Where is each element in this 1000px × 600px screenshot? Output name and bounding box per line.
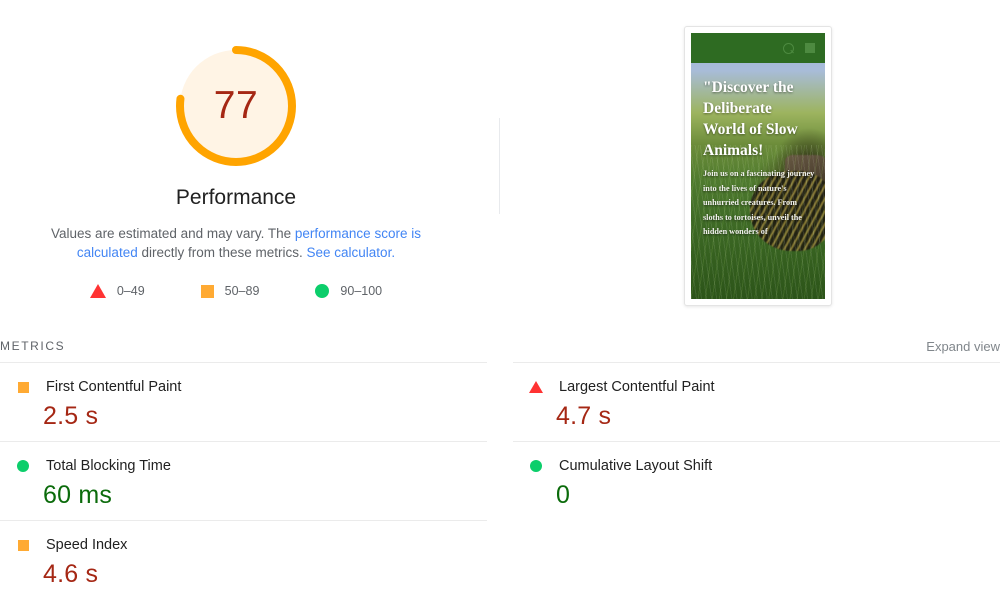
see-calculator-link[interactable]: See calculator.	[307, 245, 396, 260]
metric-header: Cumulative Layout Shift	[513, 458, 1000, 474]
metric-row[interactable]: Total Blocking Time 60 ms	[0, 441, 487, 520]
metric-value: 4.7 s	[556, 402, 612, 430]
legend-item-fail[interactable]: 0–49	[89, 284, 145, 298]
metrics-section-title: METRICS	[0, 339, 66, 353]
metric-name: Speed Index	[46, 537, 128, 553]
metric-row[interactable]: Speed Index 4.6 s	[0, 520, 487, 599]
performance-category-title: Performance	[175, 186, 297, 209]
metrics-section-header: METRICS Expand view	[0, 330, 1000, 362]
fail-triangle-icon	[529, 381, 543, 393]
metric-icon-slot	[16, 460, 30, 472]
section-vertical-divider	[499, 118, 500, 214]
performance-gauge[interactable]: 77	[172, 42, 300, 170]
thumbnail-site-header	[691, 33, 825, 63]
metric-name: First Contentful Paint	[46, 379, 182, 395]
thumbnail-body-text: Join us on a fascinating journey into th…	[703, 169, 815, 236]
expand-view-toggle[interactable]: Expand view	[926, 339, 1000, 354]
metric-header: Speed Index	[0, 537, 487, 553]
metric-icon-slot	[16, 381, 30, 393]
description-text-middle: directly from these metrics.	[137, 245, 307, 260]
metric-row[interactable]: Cumulative Layout Shift 0	[513, 441, 1000, 520]
page-screenshot-thumbnail[interactable]: "Discover the Deliberate World of Slow A…	[684, 26, 832, 306]
metric-value: 0	[556, 481, 571, 509]
thumbnail-hero-content: "Discover the Deliberate World of Slow A…	[691, 63, 825, 299]
legend-label-fail: 0–49	[116, 284, 145, 298]
legend-label-average: 50–89	[224, 284, 260, 298]
metric-name: Total Blocking Time	[46, 458, 171, 474]
performance-score-value: 77	[213, 84, 259, 127]
score-legend: 0–49 50–89 90–100	[0, 284, 472, 298]
pass-circle-icon	[530, 460, 542, 472]
description-text-leading: Values are estimated and may vary. The	[51, 226, 295, 241]
average-square-icon	[200, 284, 214, 298]
metric-header: Total Blocking Time	[0, 458, 487, 474]
search-icon	[783, 42, 794, 54]
thumbnail-screen: "Discover the Deliberate World of Slow A…	[691, 33, 825, 299]
metric-name: Largest Contentful Paint	[559, 379, 715, 395]
average-square-icon	[17, 381, 29, 393]
report-summary-region: 77 Performance Values are estimated and …	[0, 0, 1000, 330]
metric-header: Largest Contentful Paint	[513, 379, 1000, 395]
metrics-column-left: First Contentful Paint 2.5 s Total Blockin…	[0, 362, 487, 599]
thumbnail-headline: "Discover the Deliberate World of Slow A…	[703, 79, 798, 159]
legend-item-average[interactable]: 50–89	[200, 284, 260, 298]
metric-value: 60 ms	[43, 481, 113, 509]
metrics-grid: First Contentful Paint 2.5 s Total Blockin…	[0, 362, 1000, 599]
pass-circle-icon	[17, 460, 29, 472]
performance-gauge-block: 77 Performance Values are estimated and …	[0, 0, 472, 298]
metrics-column-right: Largest Contentful Paint 4.7 s Cumulative …	[513, 362, 1000, 599]
legend-label-pass: 90–100	[340, 284, 383, 298]
metric-row[interactable]: First Contentful Paint 2.5 s	[0, 362, 487, 441]
pass-circle-icon	[315, 284, 330, 298]
metric-icon-slot	[529, 381, 543, 393]
metric-row[interactable]: Largest Contentful Paint 4.7 s	[513, 362, 1000, 441]
average-square-icon	[17, 539, 29, 551]
metric-value: 2.5 s	[43, 402, 99, 430]
metric-name: Cumulative Layout Shift	[559, 458, 713, 474]
metric-header: First Contentful Paint	[0, 379, 487, 395]
legend-item-pass[interactable]: 90–100	[315, 284, 382, 298]
metric-value: 4.6 s	[43, 560, 99, 588]
metric-icon-slot	[16, 539, 30, 551]
performance-description: Values are estimated and may vary. The p…	[26, 224, 446, 262]
fail-triangle-icon	[89, 284, 106, 298]
metric-icon-slot	[529, 460, 543, 472]
hamburger-menu-icon	[805, 43, 815, 53]
